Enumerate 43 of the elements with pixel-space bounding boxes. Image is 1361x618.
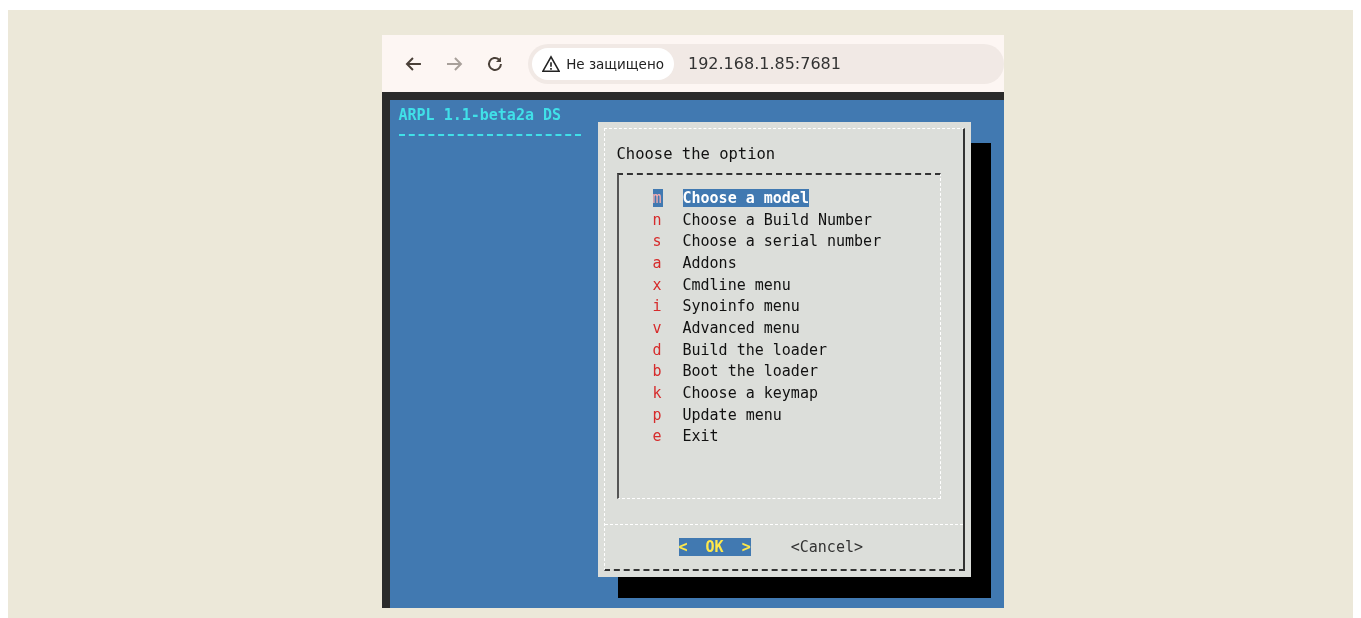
menu-item[interactable]: i Synoinfo menu [652,295,800,318]
menu-item[interactable]: e Exit [652,425,719,448]
address-text[interactable]: 192.168.1.85:7681 [687,54,841,73]
menu-item[interactable]: x Cmdline menu [652,273,791,296]
menu-item[interactable]: a Addons [652,252,737,274]
hotkey-letter: a [652,253,663,272]
menu-item[interactable]: d Build the loader [652,338,827,361]
menu-item-label: Choose a Build Number [682,210,873,229]
hotkey-letter: k [652,384,663,403]
dialog-button[interactable]: <Cancel> [790,538,863,556]
security-chip[interactable]: Не защищено [532,47,674,80]
hotkey-letter: i [652,297,663,316]
menu-item-label: Advanced menu [682,318,800,337]
menu-item-label: Build the loader [682,340,827,359]
terminal-header: ARPL 1.1-beta2a DS [398,106,562,124]
menu-item-label: Synoinfo menu [682,297,800,316]
menu-item-label: Choose a model [682,188,809,207]
menu-item[interactable]: n Choose a Build Number [652,208,873,231]
menu-item[interactable]: b Boot the loader [652,360,818,383]
hotkey-letter: n [652,210,663,229]
menu-item-label: Exit [682,427,719,446]
hotkey-letter: e [652,427,663,446]
hotkey-letter: d [652,340,663,359]
hotkey-letter: v [652,318,663,337]
menu-item-label: Choose a serial number [682,232,882,251]
warning-icon [542,54,561,73]
dialog-button[interactable]: < OK > [678,538,751,556]
menu-item[interactable]: p Update menu [652,403,782,426]
hotkey-letter: s [652,232,663,251]
hotkey-letter: m [652,188,663,207]
menu-item[interactable]: s Choose a serial number [652,230,882,253]
menu-item-label: Cmdline menu [682,275,791,294]
hotkey-letter: b [652,362,663,381]
menu-item-label: Choose a keymap [682,384,818,403]
menu-item[interactable]: v Advanced menu [652,317,800,339]
menu-item[interactable]: k Choose a keymap [652,382,818,404]
menu-item-label: Addons [682,253,737,272]
hotkey-letter: x [652,275,663,294]
hotkey-letter: p [652,405,663,424]
menu-item-label: Boot the loader [682,362,818,381]
menu-item-label: Update menu [682,405,782,424]
dialog-prompt: Choose the option [616,145,776,163]
menu-item[interactable]: m Choose a model [652,187,809,209]
